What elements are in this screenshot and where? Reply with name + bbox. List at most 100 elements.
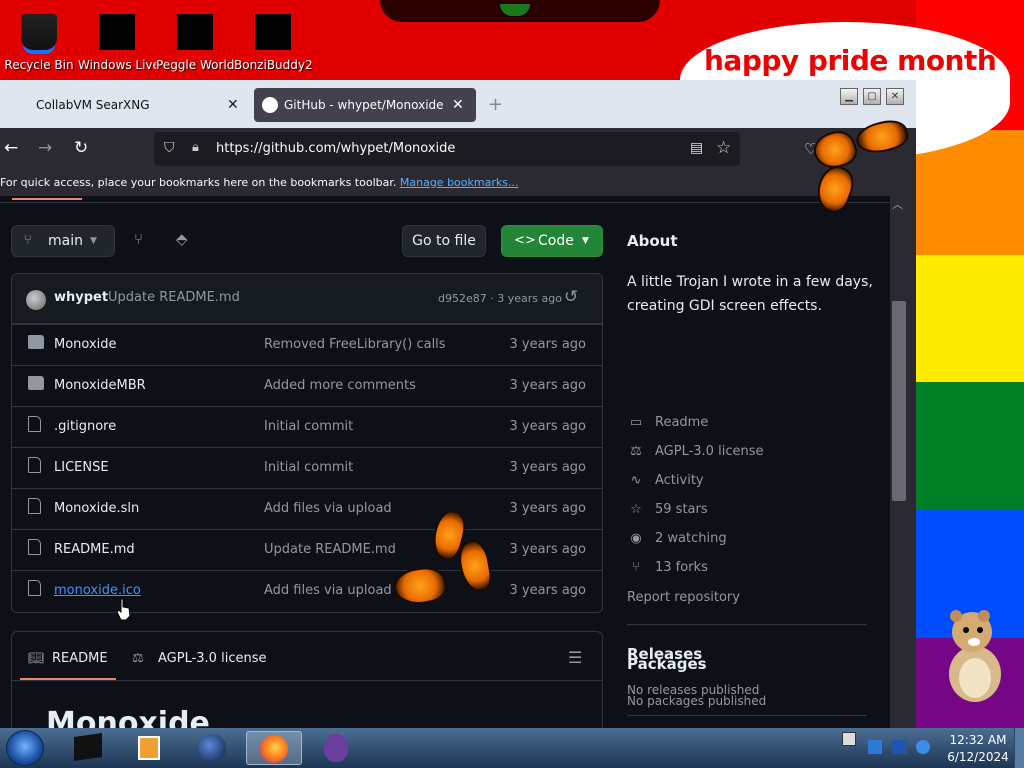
bonzibuddy-icon[interactable] xyxy=(308,731,364,765)
sidebar-item-stars[interactable]: ☆ 59 stars xyxy=(627,501,707,519)
table-row[interactable]: .gitignore Initial commit 3 years ago xyxy=(12,406,602,447)
history-icon[interactable]: ↺ xyxy=(564,287,578,307)
media-player-icon[interactable] xyxy=(122,731,178,765)
packages-heading[interactable]: Packages xyxy=(627,655,707,673)
desktop-icon-peggle[interactable]: Peggle World of Warcraft xyxy=(156,4,234,72)
divider xyxy=(627,624,867,625)
url-bar[interactable]: ⛉ 🔒︎ https://github.com/whypet/Monoxide … xyxy=(154,132,740,166)
globe-app-icon[interactable] xyxy=(184,731,240,765)
maximize-button[interactable]: ▢ xyxy=(863,88,881,105)
tab-github-monoxide[interactable]: GitHub - whypet/Monoxide: A little Troja… xyxy=(254,88,476,122)
commit-message[interactable]: Update README.md xyxy=(108,290,240,305)
go-to-file-button[interactable]: Go to file xyxy=(402,225,486,257)
file-name[interactable]: .gitignore xyxy=(54,419,116,434)
lock-icon[interactable]: 🔒︎ xyxy=(192,140,199,155)
report-repository-link[interactable]: Report repository xyxy=(627,590,740,605)
avatar[interactable] xyxy=(26,290,46,310)
start-button[interactable] xyxy=(6,730,44,766)
url-text[interactable]: https://github.com/whypet/Monoxide xyxy=(216,141,455,156)
sidebar-item-readme[interactable]: ▭ Readme xyxy=(627,414,708,432)
navigation-toolbar: ← → ↻ ⛉ 🔒︎ https://github.com/whypet/Mon… xyxy=(0,128,916,170)
volume-icon[interactable] xyxy=(916,740,930,754)
commit-meta[interactable]: d952e87 · 3 years ago xyxy=(438,292,562,305)
desktop-icon-windows-live-mail[interactable]: Windows Live Mail xyxy=(78,4,156,72)
sidebar-item-license[interactable]: ⚖ AGPL-3.0 license xyxy=(627,443,763,461)
file-commit-message[interactable]: Initial commit xyxy=(264,460,353,475)
tab-license[interactable]: ⚖ AGPL-3.0 license xyxy=(132,648,266,670)
divider xyxy=(627,715,867,716)
network-icon[interactable] xyxy=(868,740,882,754)
file-name[interactable]: monoxide.ico xyxy=(54,583,141,598)
table-row[interactable]: Monoxide.sln Add files via upload 3 year… xyxy=(12,488,602,529)
bookmarks-toolbar: For quick access, place your bookmarks h… xyxy=(0,170,916,196)
manage-bookmarks-link[interactable]: Manage bookmarks... xyxy=(400,176,519,189)
commit-author[interactable]: whypet xyxy=(54,290,108,305)
table-row[interactable]: monoxide.ico Add files via upload 3 year… xyxy=(12,570,602,611)
folder-icon xyxy=(28,376,44,390)
tab-collabvm-searxng[interactable]: CollabVM SearXNG ✕ xyxy=(0,88,252,122)
file-commit-message[interactable]: Initial commit xyxy=(264,419,353,434)
reload-icon[interactable]: ↻ xyxy=(74,138,88,158)
file-name[interactable]: LICENSE xyxy=(54,460,109,475)
sidebar-item-forks[interactable]: ⑂ 13 forks xyxy=(627,559,708,577)
display-icon[interactable] xyxy=(892,740,906,754)
file-name[interactable]: Monoxide.sln xyxy=(54,501,139,516)
file-commit-message[interactable]: Removed FreeLibrary() calls xyxy=(264,337,446,352)
clock-date[interactable]: 6/12/2024 xyxy=(938,750,1018,764)
scrollbar-thumb[interactable] xyxy=(892,301,906,501)
tray-overflow-icon[interactable] xyxy=(842,732,856,746)
file-name[interactable]: README.md xyxy=(54,542,135,557)
sidebar-item-watching[interactable]: ◉ 2 watching xyxy=(627,530,726,548)
table-row[interactable]: README.md Update README.md 3 years ago xyxy=(12,529,602,570)
sidebar-item-label: AGPL-3.0 license xyxy=(655,444,764,459)
branches-icon[interactable]: ⑂ xyxy=(134,230,143,248)
sidebar-item-label: Activity xyxy=(655,473,704,488)
file-icon xyxy=(28,416,41,432)
chevron-down-icon: ▼ xyxy=(582,236,589,246)
folder-icon xyxy=(28,335,44,349)
table-row[interactable]: Monoxide Removed FreeLibrary() calls 3 y… xyxy=(12,324,602,365)
close-window-button[interactable]: ✕ xyxy=(886,88,904,105)
show-desktop-button[interactable] xyxy=(1014,728,1024,768)
bookmark-star-icon[interactable]: ☆ xyxy=(716,138,731,158)
bookmarks-hint: For quick access, place your bookmarks h… xyxy=(0,176,397,189)
file-icon xyxy=(28,498,41,514)
branch-selector[interactable]: ⑂ main ▼ xyxy=(11,225,115,257)
pride-stripe-green xyxy=(916,382,1024,510)
code-icon: <> xyxy=(514,233,536,248)
forward-icon[interactable]: → xyxy=(38,138,52,158)
list-outline-icon[interactable]: ☰ xyxy=(568,648,582,667)
readme-panel: 📖︎ README ⚖ AGPL-3.0 license ☰ Monoxide xyxy=(11,631,603,730)
github-page: ⑂ main ▼ ⑂ ⬘ Go to file <> Code ▼ whypet… xyxy=(0,196,916,730)
firefox-icon[interactable] xyxy=(246,731,302,765)
table-row[interactable]: MonoxideMBR Added more comments 3 years … xyxy=(12,365,602,406)
code-button[interactable]: <> Code ▼ xyxy=(501,225,603,257)
sidebar-item-activity[interactable]: ∿ Activity xyxy=(627,472,704,490)
file-commit-message[interactable]: Add files via upload xyxy=(264,583,392,598)
tag-icon[interactable]: ⬘ xyxy=(176,230,188,248)
file-commit-message[interactable]: Update README.md xyxy=(264,542,396,557)
terminal-app-icon[interactable] xyxy=(60,731,116,765)
file-age: 3 years ago xyxy=(509,583,586,598)
new-tab-button[interactable]: + xyxy=(488,94,503,115)
file-name[interactable]: Monoxide xyxy=(54,337,117,352)
close-icon[interactable]: ✕ xyxy=(452,88,464,122)
tab-readme[interactable]: 📖︎ README xyxy=(20,648,116,680)
star-icon: ☆ xyxy=(630,502,642,517)
clock-time[interactable]: 12:32 AM xyxy=(938,733,1018,747)
back-icon[interactable]: ← xyxy=(4,138,18,158)
desktop-icon-bonzibuddy[interactable]: BonziBuddy2 xyxy=(234,4,312,72)
reader-view-icon[interactable]: ▤ xyxy=(690,140,703,156)
minimize-button[interactable]: ▁ xyxy=(840,88,858,105)
tab-license-label: AGPL-3.0 license xyxy=(158,651,267,666)
eye-icon: ◉ xyxy=(630,531,642,546)
shield-icon[interactable]: ⛉ xyxy=(164,140,175,156)
desktop-icon-recycle-bin[interactable]: Recycle Bin xyxy=(0,4,78,72)
file-age: 3 years ago xyxy=(509,419,586,434)
file-name[interactable]: MonoxideMBR xyxy=(54,378,146,393)
law-icon: ⚖ xyxy=(630,444,642,459)
file-commit-message[interactable]: Added more comments xyxy=(264,378,416,393)
table-row[interactable]: LICENSE Initial commit 3 years ago xyxy=(12,447,602,488)
file-commit-message[interactable]: Add files via upload xyxy=(264,501,392,516)
close-icon[interactable]: ✕ xyxy=(227,88,239,122)
